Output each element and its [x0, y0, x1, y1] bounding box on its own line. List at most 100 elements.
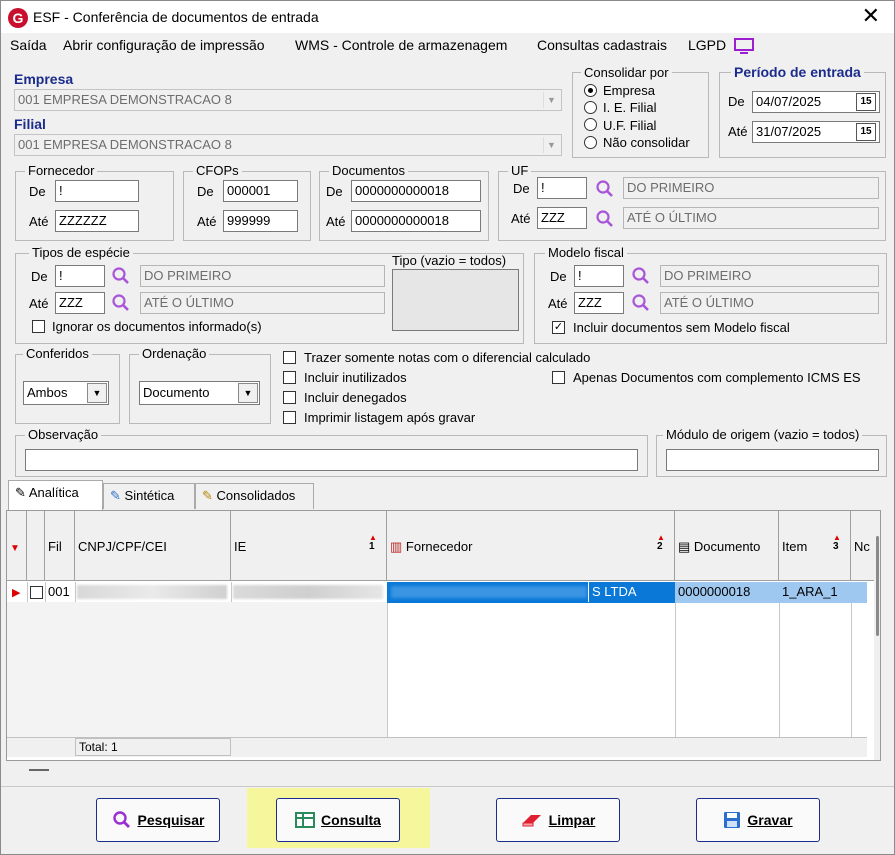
- chevron-down-icon: ▼: [543, 92, 559, 108]
- menu-wms[interactable]: WMS - Controle de armazenagem: [295, 37, 507, 53]
- grid-col-line: [675, 582, 676, 737]
- menu-lgpd[interactable]: LGPD: [688, 37, 726, 53]
- ordenacao-select[interactable]: Documento ▼: [139, 381, 260, 405]
- modulo-title: Módulo de origem (vazio = todos): [663, 427, 863, 442]
- fornecedor-title: Fornecedor: [25, 163, 98, 178]
- imprimir-checkbox[interactable]: [283, 411, 296, 424]
- pesquisar-button[interactable]: Pesquisar: [96, 798, 220, 842]
- cfops-de-input[interactable]: 000001: [223, 180, 298, 202]
- grid-header: ▼ Fil CNPJ/CPF/CEI IE ▲ 1 ▥ Fornecedor ▲ 2…: [7, 511, 875, 581]
- cfops-title: CFOPs: [193, 163, 242, 178]
- inutilizados-checkbox[interactable]: [283, 371, 296, 384]
- filial-select[interactable]: 001 EMPRESA DEMONSTRACAO 8 ▼: [14, 134, 562, 156]
- cell-fornecedor-suffix: S LTDA: [588, 582, 674, 602]
- header-fil[interactable]: Fil: [45, 511, 75, 581]
- periodo-title: Período de entrada: [731, 64, 864, 80]
- row-checkbox[interactable]: [30, 586, 43, 599]
- grid-total: Total: 1: [75, 738, 231, 756]
- ordenacao-value: Documento: [143, 385, 210, 400]
- diferencial-checkbox[interactable]: [283, 351, 296, 364]
- tipo-list[interactable]: [392, 269, 519, 331]
- search-icon: [112, 811, 130, 828]
- edit-icon: ✎: [15, 485, 26, 500]
- observacao-input[interactable]: [25, 449, 638, 471]
- search-icon[interactable]: [111, 266, 131, 286]
- cfops-ate-input[interactable]: 999999: [223, 210, 298, 232]
- incluir-sem-modelo-checkbox[interactable]: ✓: [552, 321, 565, 334]
- close-icon[interactable]: ✕: [862, 5, 880, 27]
- header-cnpj[interactable]: CNPJ/CPF/CEI: [75, 511, 231, 581]
- search-icon[interactable]: [595, 179, 615, 199]
- search-icon[interactable]: [595, 209, 615, 229]
- splitter-handle[interactable]: [29, 769, 49, 771]
- tipos-ate-input[interactable]: ZZZ: [55, 292, 105, 314]
- search-icon[interactable]: [631, 266, 651, 286]
- cell-cnpj-redacted: [77, 585, 227, 599]
- cell-fornecedor-redacted: [391, 586, 587, 598]
- conferidos-select[interactable]: Ambos ▼: [23, 381, 109, 405]
- notepad-icon: ✎: [202, 488, 213, 503]
- sort-indicator-icon: ▼: [10, 543, 20, 554]
- modulo-input[interactable]: [666, 449, 879, 471]
- documentos-ate-input[interactable]: 0000000000018: [351, 210, 481, 232]
- radio-nao-consolidar[interactable]: [584, 136, 597, 149]
- modelo-de-desc: DO PRIMEIRO: [660, 265, 879, 287]
- sort-ie: ▲ 1: [369, 533, 377, 553]
- menu-consultas-cadastrais[interactable]: Consultas cadastrais: [537, 37, 667, 53]
- menu-saida[interactable]: Saída: [10, 37, 47, 53]
- empresa-select[interactable]: 001 EMPRESA DEMONSTRACAO 8 ▼: [14, 89, 562, 111]
- consulta-button[interactable]: Consulta: [276, 798, 400, 842]
- fornecedor-ate-input[interactable]: ZZZZZZ: [55, 210, 139, 232]
- eraser-icon: [522, 815, 541, 827]
- conferidos-title: Conferidos: [23, 346, 92, 361]
- gift-icon: ▥: [390, 539, 403, 554]
- tab-sintetica-label: Sintética: [124, 488, 175, 503]
- consolidar-title: Consolidar por: [581, 65, 672, 80]
- header-fornecedor[interactable]: ▥ Fornecedor: [387, 511, 675, 581]
- menu-abrir-configuracao[interactable]: Abrir configuração de impressão: [63, 37, 265, 53]
- fornecedor-ate-label: Até: [29, 214, 49, 229]
- modelo-de-input[interactable]: !: [574, 265, 624, 287]
- documentos-de-input[interactable]: 0000000000018: [351, 180, 481, 202]
- cfops-de-label: De: [197, 184, 214, 199]
- empresa-value: 001 EMPRESA DEMONSTRACAO 8: [18, 92, 232, 107]
- denegados-checkbox[interactable]: [283, 391, 296, 404]
- header-documento[interactable]: ▤ Documento: [675, 511, 779, 581]
- ignorar-checkbox[interactable]: [32, 320, 45, 333]
- header-no[interactable]: Nc: [851, 511, 875, 581]
- complemento-checkbox[interactable]: [552, 371, 565, 384]
- radio-uf-filial-label: U.F. Filial: [603, 118, 657, 133]
- header-documento-label: Documento: [693, 539, 761, 554]
- tab-consolidados[interactable]: ✎ Consolidados: [195, 483, 314, 509]
- radio-empresa[interactable]: [584, 84, 597, 97]
- table-row[interactable]: ▶ 001 S LTDA 0000000018 1_ARA_1: [7, 582, 867, 603]
- uf-de-input[interactable]: !: [537, 177, 587, 199]
- results-grid[interactable]: ▼ Fil CNPJ/CPF/CEI IE ▲ 1 ▥ Fornecedor ▲ 2…: [6, 510, 881, 761]
- gravar-button[interactable]: Gravar: [696, 798, 820, 842]
- periodo-group: [719, 72, 886, 158]
- monitor-icon[interactable]: [734, 38, 754, 54]
- chevron-down-icon: ▼: [87, 383, 107, 403]
- radio-uf-filial[interactable]: [584, 118, 597, 131]
- grid-scrollbar-thumb[interactable]: [876, 536, 879, 636]
- uf-title: UF: [508, 163, 532, 178]
- uf-ate-input[interactable]: ZZZ: [537, 207, 587, 229]
- calendar-icon[interactable]: 15: [856, 93, 876, 111]
- calendar-icon[interactable]: 15: [856, 123, 876, 141]
- tipos-de-input[interactable]: !: [55, 265, 105, 287]
- header-ie[interactable]: IE: [231, 511, 387, 581]
- modelo-ate-input[interactable]: ZZZ: [574, 292, 624, 314]
- documentos-de-label: De: [326, 184, 343, 199]
- tab-sintetica[interactable]: ✎ Sintética: [103, 483, 195, 509]
- tipo-vazio-label: Tipo (vazio = todos): [392, 253, 507, 268]
- tab-analitica[interactable]: ✎ Analítica: [8, 480, 103, 510]
- floppy-disk-icon: [724, 812, 741, 828]
- limpar-button[interactable]: Limpar: [496, 798, 620, 842]
- filial-label: Filial: [14, 116, 46, 132]
- search-icon[interactable]: [631, 293, 651, 313]
- radio-ie-filial[interactable]: [584, 101, 597, 114]
- fornecedor-de-input[interactable]: !: [55, 180, 139, 202]
- header-fornecedor-label: Fornecedor: [405, 539, 473, 554]
- search-icon[interactable]: [111, 293, 131, 313]
- cell-fil: 001: [48, 584, 70, 599]
